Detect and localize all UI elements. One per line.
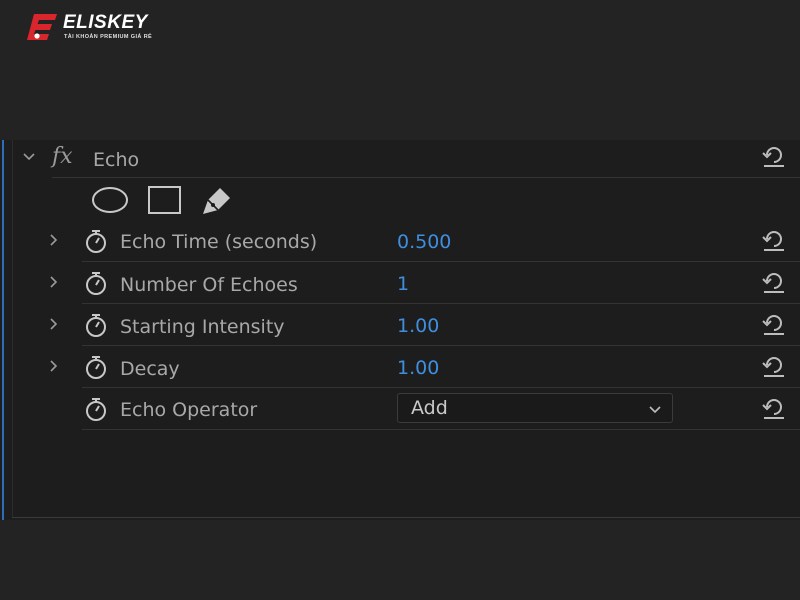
reset-property-icon[interactable] xyxy=(761,227,787,253)
panel-bottom-border xyxy=(12,517,800,518)
expand-chevron-icon[interactable] xyxy=(47,359,61,373)
property-label: Echo Operator xyxy=(120,399,258,421)
row-divider xyxy=(82,387,800,388)
property-value[interactable]: 1.00 xyxy=(397,357,439,379)
rectangle-mask-icon[interactable] xyxy=(148,186,181,214)
stopwatch-icon[interactable] xyxy=(84,396,108,422)
expand-chevron-icon[interactable] xyxy=(47,275,61,289)
property-label: Echo Time (seconds) xyxy=(120,231,318,253)
reset-property-icon[interactable] xyxy=(761,395,787,421)
logo-text: ELISKEY xyxy=(63,12,148,33)
effect-controls-panel: fx Echo Echo Time (seconds) 0.500 Number… xyxy=(0,140,800,520)
row-divider xyxy=(82,261,800,262)
effect-header-row[interactable]: fx Echo xyxy=(0,140,800,178)
row-divider xyxy=(82,345,800,346)
expand-chevron-icon[interactable] xyxy=(47,233,61,247)
reset-property-icon[interactable] xyxy=(761,311,787,337)
mask-tools xyxy=(90,184,250,218)
fx-icon[interactable]: fx xyxy=(52,144,73,169)
property-label: Starting Intensity xyxy=(120,316,285,338)
property-row-echo-time[interactable]: Echo Time (seconds) 0.500 xyxy=(0,222,800,262)
reset-effect-icon[interactable] xyxy=(761,143,787,169)
property-value[interactable]: 1 xyxy=(397,273,409,295)
logo-tagline: TÀI KHOẢN PREMIUM GIÁ RẺ xyxy=(64,34,153,40)
collapse-chevron-icon[interactable] xyxy=(22,150,36,164)
stopwatch-icon[interactable] xyxy=(84,270,108,296)
eliskey-logo-mark-icon xyxy=(27,14,57,40)
dropdown-selected-value: Add xyxy=(411,397,448,419)
property-label: Decay xyxy=(120,358,180,380)
property-label: Number Of Echoes xyxy=(120,274,298,296)
effect-name: Echo xyxy=(93,149,140,171)
reset-property-icon[interactable] xyxy=(761,353,787,379)
property-row-starting-intensity[interactable]: Starting Intensity 1.00 xyxy=(0,306,800,346)
row-divider xyxy=(82,429,800,430)
echo-operator-dropdown[interactable]: Add xyxy=(397,393,673,423)
property-row-number-of-echoes[interactable]: Number Of Echoes 1 xyxy=(0,264,800,304)
stopwatch-icon[interactable] xyxy=(84,354,108,380)
chevron-down-icon[interactable] xyxy=(648,402,662,416)
pen-mask-icon[interactable] xyxy=(203,188,230,214)
property-row-decay[interactable]: Decay 1.00 xyxy=(0,348,800,388)
property-value[interactable]: 0.500 xyxy=(397,231,451,253)
stopwatch-icon[interactable] xyxy=(84,228,108,254)
reset-property-icon[interactable] xyxy=(761,269,787,295)
row-divider xyxy=(82,303,800,304)
eliskey-logo: ELISKEY TÀI KHOẢN PREMIUM GIÁ RẺ xyxy=(26,10,186,46)
row-divider xyxy=(52,177,800,178)
stopwatch-icon[interactable] xyxy=(84,312,108,338)
expand-chevron-icon[interactable] xyxy=(47,317,61,331)
property-value[interactable]: 1.00 xyxy=(397,315,439,337)
ellipse-mask-icon[interactable] xyxy=(92,187,128,213)
